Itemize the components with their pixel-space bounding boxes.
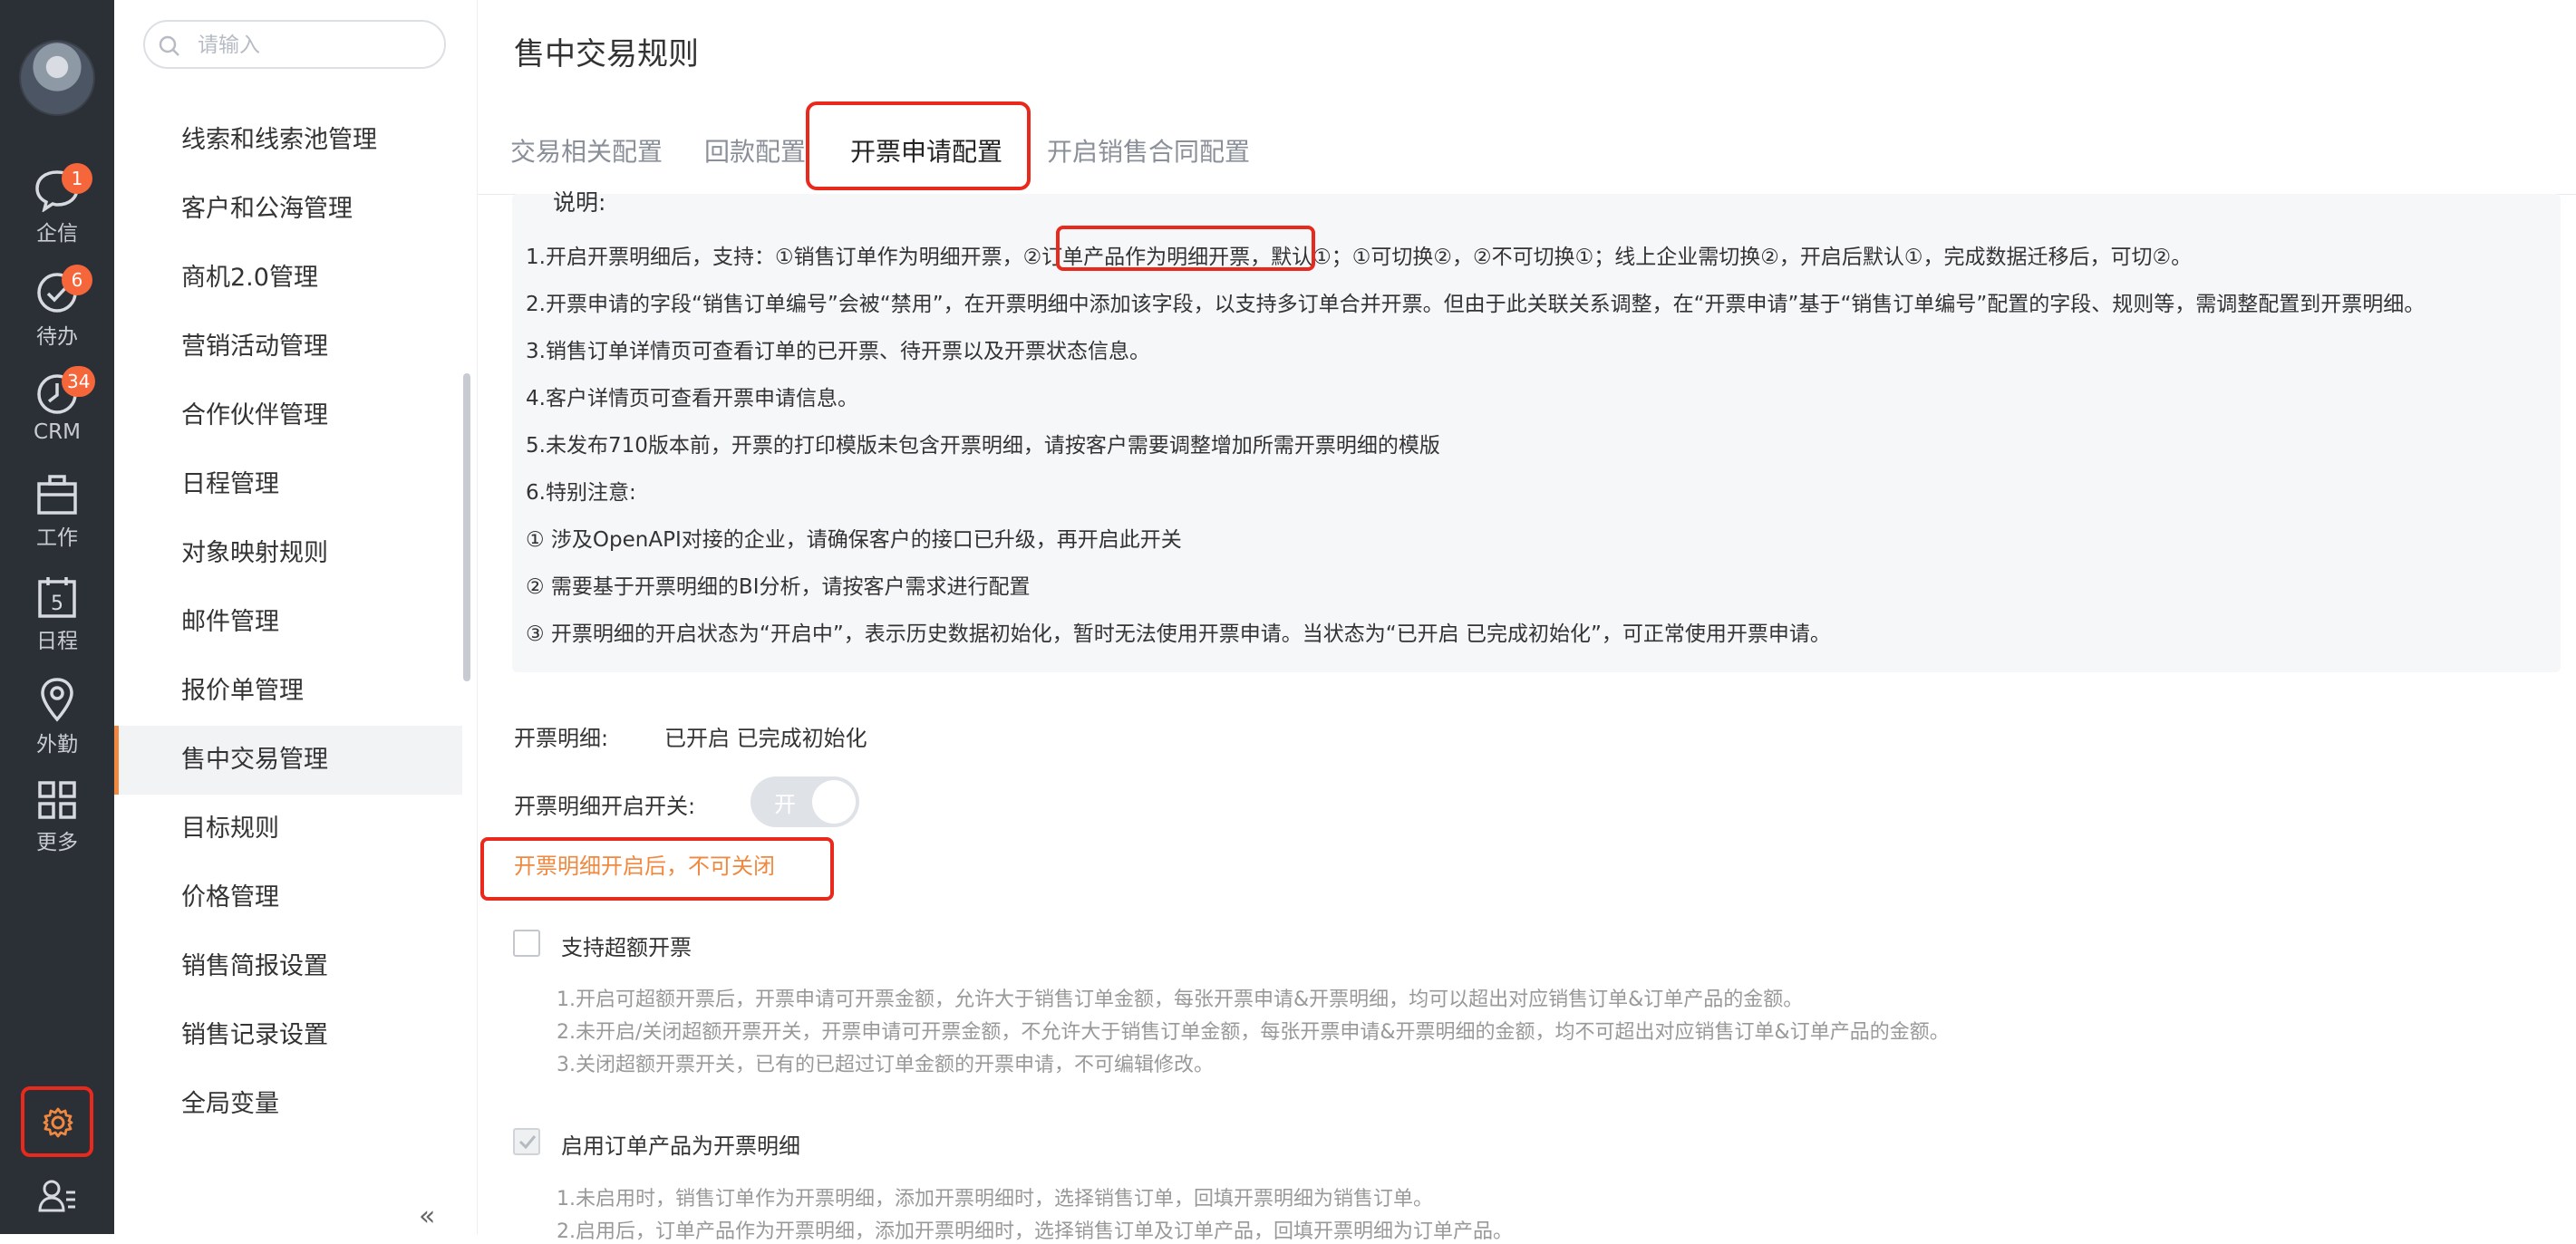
left-rail: 1 企信 6 待办 34 CRM 工作 5 日程 外勤 更多 (0, 0, 114, 1234)
toggle-state-text: 开 (774, 792, 796, 817)
rail-label: 工作 (36, 526, 78, 550)
rail-label: 更多 (36, 831, 78, 854)
rail-label: 企信 (36, 222, 78, 246)
over-invoice-note: 1.开启可超额开票后，开票申请可开票金额，允许大于销售订单金额，每张开票申请&开… (557, 988, 1804, 1011)
nav-item[interactable]: 商机2.0管理 (114, 244, 462, 313)
toggle-knob (812, 780, 856, 824)
calendar-day: 5 (51, 593, 63, 615)
invoice-detail-label: 开票明细: (514, 726, 609, 751)
rail-badge: 1 (62, 163, 92, 194)
invoice-switch-label: 开票明细开启开关: (514, 794, 696, 819)
nav-item[interactable]: 报价单管理 (114, 657, 462, 726)
nav-item[interactable]: 销售记录设置 (114, 1001, 462, 1070)
checkmark-icon (518, 1135, 537, 1149)
rail-item-field[interactable]: 外勤 (0, 676, 114, 767)
nav-item[interactable]: 线索和线索池管理 (114, 106, 462, 175)
switch-warning: 开票明细开启后，不可关闭 (514, 853, 775, 879)
rail-item-more[interactable]: 更多 (0, 779, 114, 870)
rail-label: CRM (34, 420, 81, 444)
over-invoice-note: 2.未开启/关闭超额开票开关，开票申请可开票金额，不允许大于销售订单金额，每张开… (557, 1021, 1950, 1044)
description-line: 3.销售订单详情页可查看订单的已开票、待开票以及开票状态信息。 (526, 340, 1150, 363)
page-title: 售中交易规则 (514, 36, 699, 72)
nav-item[interactable]: 对象映射规则 (114, 519, 462, 588)
description-line: ② 需要基于开票明细的BI分析，请按客户需求进行配置 (526, 575, 1031, 599)
tab-trade-config[interactable]: 交易相关配置 (510, 132, 663, 169)
nav-item[interactable]: 邮件管理 (114, 588, 462, 657)
description-line: ③ 开票明细的开启状态为“开启中”，表示历史数据初始化，暂时无法使用开票申请。当… (526, 622, 1831, 646)
description-title: 说明: (553, 189, 606, 216)
rail-label: 日程 (36, 630, 78, 653)
nav-item[interactable]: 全局变量 (114, 1070, 462, 1139)
nav-item[interactable]: 营销活动管理 (114, 313, 462, 381)
inline-highlight-box (1056, 226, 1315, 271)
search-box[interactable] (143, 20, 446, 69)
order-product-note: 2.启用后，订单产品作为开票明细，添加开票明细时，选择销售订单及订单产品，回填开… (557, 1220, 1513, 1243)
description-line: 1.开启开票明细后，支持：①销售订单作为明细开票，②订单产品作为明细开票，默认①… (526, 246, 2193, 269)
order-product-label: 启用订单产品为开票明细 (561, 1133, 800, 1159)
avatar[interactable] (19, 40, 95, 116)
over-invoice-checkbox[interactable] (513, 930, 540, 957)
user-settings-icon[interactable] (37, 1178, 77, 1214)
tab-contract-config[interactable]: 开启销售合同配置 (1047, 132, 1250, 169)
rail-badge: 34 (62, 366, 96, 397)
gear-icon (43, 1107, 73, 1138)
rail-item-crm[interactable]: 34 CRM (0, 366, 114, 462)
description-line: ① 涉及OpenAPI对接的企业，请确保客户的接口已升级，再开启此开关 (526, 528, 1182, 552)
nav-list: 线索和线索池管理 客户和公海管理 商机2.0管理 营销活动管理 合作伙伴管理 日… (114, 106, 462, 1139)
rail-label: 待办 (36, 325, 78, 349)
description-line: 4.客户详情页可查看开票申请信息。 (526, 387, 858, 410)
tab-highlight-box (806, 101, 1031, 190)
rail-item-calendar[interactable]: 5 日程 (0, 574, 114, 665)
order-product-note: 1.未启用时，销售订单作为开票明细，添加开票明细时，选择销售订单，回填开票明细为… (557, 1188, 1433, 1210)
nav-item[interactable]: 价格管理 (114, 863, 462, 932)
location-pin-icon (41, 678, 73, 722)
order-product-checkbox[interactable] (513, 1128, 540, 1155)
briefcase-icon (37, 475, 77, 515)
rail-badge: 6 (62, 265, 92, 295)
invoice-detail-toggle[interactable]: 开 (751, 776, 859, 827)
rail-item-todo[interactable]: 6 待办 (0, 265, 114, 361)
settings-button[interactable] (21, 1086, 93, 1157)
description-line: 6.特别注意: (526, 481, 636, 505)
search-icon (159, 35, 179, 56)
nav-item[interactable]: 日程管理 (114, 450, 462, 519)
nav-item[interactable]: 目标规则 (114, 795, 462, 863)
nav-scrollbar[interactable] (463, 373, 470, 681)
nav-item[interactable]: 售中交易管理 (114, 726, 462, 795)
over-invoice-label: 支持超额开票 (561, 935, 692, 960)
secondary-nav: 线索和线索池管理 客户和公海管理 商机2.0管理 营销活动管理 合作伙伴管理 日… (114, 0, 478, 1234)
rail-item-work[interactable]: 工作 (0, 473, 114, 564)
description-line: 2.开票申请的字段“销售订单编号”会被“禁用”，在开票明细中添加该字段，以支持多… (526, 293, 2426, 316)
invoice-detail-status: 已开启 已完成初始化 (664, 726, 867, 751)
grid-icon (38, 781, 76, 819)
rail-item-messages[interactable]: 1 企信 (0, 163, 114, 259)
nav-item[interactable]: 销售简报设置 (114, 932, 462, 1001)
rail-label: 外勤 (36, 733, 78, 757)
collapse-sidebar-button[interactable]: « (419, 1203, 435, 1230)
nav-item[interactable]: 客户和公海管理 (114, 175, 462, 244)
nav-item[interactable]: 合作伙伴管理 (114, 381, 462, 450)
tabs-bar: 交易相关配置 回款配置 开票申请配置 开启销售合同配置 (478, 101, 2576, 195)
search-input[interactable] (196, 29, 426, 62)
over-invoice-note: 3.关闭超额开票开关，已有的已超过订单金额的开票申请，不可编辑修改。 (557, 1054, 1214, 1076)
tab-payment-config[interactable]: 回款配置 (704, 132, 806, 169)
description-line: 5.未发布710版本前，开票的打印模版未包含开票明细，请按客户需要调整增加所需开… (526, 434, 1440, 458)
calendar-icon: 5 (38, 577, 76, 618)
